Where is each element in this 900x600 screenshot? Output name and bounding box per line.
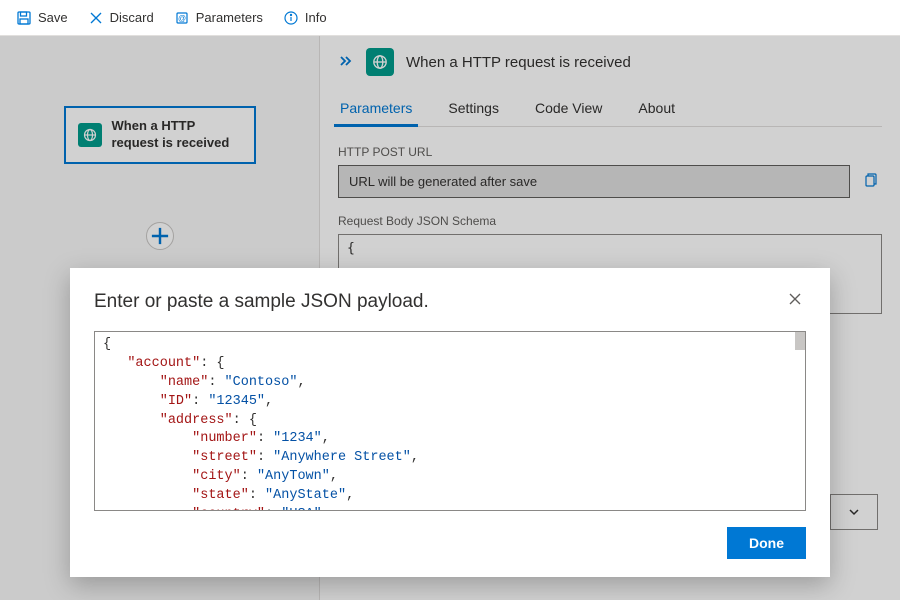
discard-icon [88, 10, 104, 26]
parameters-label: Parameters [196, 10, 263, 25]
done-button[interactable]: Done [727, 527, 806, 559]
dialog-title: Enter or paste a sample JSON payload. [94, 291, 429, 313]
discard-button[interactable]: Discard [80, 6, 162, 30]
json-payload-input[interactable]: { "account": { "name": "Contoso", "ID": … [94, 331, 806, 511]
top-toolbar: Save Discard @ Parameters Info [0, 0, 900, 36]
info-button[interactable]: Info [275, 6, 335, 30]
save-button[interactable]: Save [8, 6, 76, 30]
parameters-button[interactable]: @ Parameters [166, 6, 271, 30]
dialog-close-button[interactable] [784, 288, 806, 315]
sample-payload-dialog: Enter or paste a sample JSON payload. { … [70, 268, 830, 577]
modal-overlay: Enter or paste a sample JSON payload. { … [0, 36, 900, 600]
discard-label: Discard [110, 10, 154, 25]
save-label: Save [38, 10, 68, 25]
close-icon [788, 292, 802, 306]
save-icon [16, 10, 32, 26]
parameters-icon: @ [174, 10, 190, 26]
info-label: Info [305, 10, 327, 25]
svg-text:@: @ [178, 14, 186, 23]
info-icon [283, 10, 299, 26]
scrollbar-thumb[interactable] [795, 332, 805, 350]
